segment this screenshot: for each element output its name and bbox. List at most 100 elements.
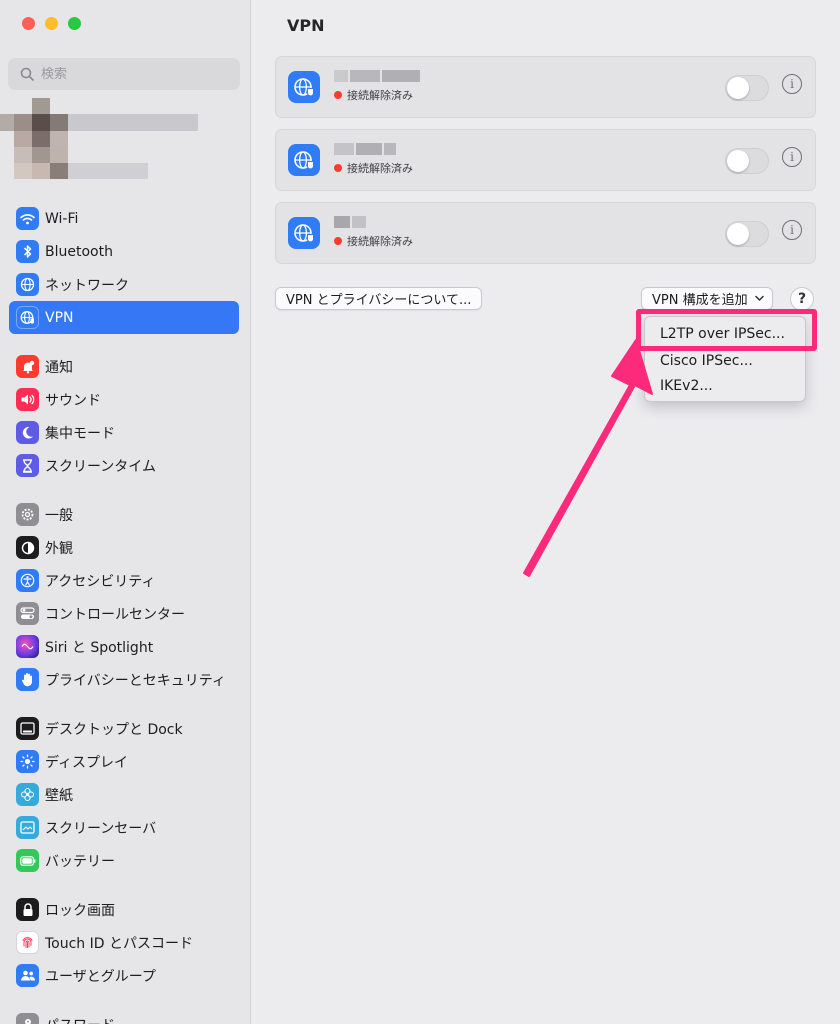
sidebar-item-wifi[interactable]: Wi-Fi (0, 202, 250, 235)
about-vpn-privacy-button[interactable]: VPN とプライバシーについて... (275, 287, 483, 310)
help-button[interactable]: ? (790, 287, 814, 311)
vpn-globe-icon (288, 71, 320, 103)
sidebar-item-passwords[interactable]: パスワード (0, 1008, 250, 1024)
sidebar-item-desktop-dock[interactable]: デスクトップと Dock (0, 712, 250, 745)
fingerprint-icon (16, 931, 39, 954)
vpn-name-redacted (334, 143, 398, 157)
info-icon[interactable]: i (782, 74, 802, 94)
wifi-icon (16, 207, 39, 230)
sidebar-item-bluetooth[interactable]: Bluetooth (0, 235, 250, 268)
disconnected-status-dot (334, 237, 342, 245)
vpn-connect-toggle[interactable] (725, 148, 769, 174)
sidebar-item-label: バッテリー (45, 853, 115, 870)
sidebar-item-privacy-security[interactable]: プライバシーとセキュリティ (0, 663, 250, 696)
siri-icon (16, 635, 39, 658)
sidebar-item-label: デスクトップと Dock (45, 721, 183, 738)
sidebar-item-label: 壁紙 (45, 787, 73, 804)
sidebar-item-label: Bluetooth (45, 243, 113, 260)
sidebar-item-wallpaper[interactable]: 壁紙 (0, 778, 250, 811)
sidebar: Wi-Fi Bluetooth ネットワーク VPN 通知 (0, 0, 251, 1024)
sidebar-item-label: コントロールセンター (45, 606, 185, 623)
vpn-status-text: 接続解除済み (347, 162, 413, 175)
vpn-status: 接続解除済み (334, 87, 413, 103)
toggles-icon (16, 602, 39, 625)
screensaver-icon (16, 816, 39, 839)
vpn-globe-icon (16, 306, 39, 329)
sidebar-item-battery[interactable]: バッテリー (0, 844, 250, 877)
page-title: VPN (287, 16, 325, 35)
sidebar-item-label: サウンド (45, 392, 101, 409)
disconnected-status-dot (334, 164, 342, 172)
accessibility-icon (16, 569, 39, 592)
info-icon[interactable]: i (782, 147, 802, 167)
vpn-configuration-row[interactable]: 接続解除済み i (275, 56, 816, 118)
add-vpn-configuration-label: VPN 構成を追加 (652, 293, 748, 308)
vpn-connect-toggle[interactable] (725, 75, 769, 101)
add-vpn-configuration-button[interactable]: VPN 構成を追加 (641, 287, 773, 310)
sidebar-item-label: Wi-Fi (45, 210, 79, 227)
sidebar-item-label: ロック画面 (45, 902, 115, 919)
sidebar-item-focus[interactable]: 集中モード (0, 416, 250, 449)
sidebar-item-users-groups[interactable]: ユーザとグループ (0, 959, 250, 992)
annotation-highlight-box (636, 309, 817, 351)
sidebar-item-network[interactable]: ネットワーク (0, 268, 250, 301)
vpn-status-text: 接続解除済み (347, 235, 413, 248)
sidebar-item-label: ディスプレイ (45, 754, 129, 771)
sidebar-item-label: 一般 (45, 507, 73, 524)
disconnected-status-dot (334, 91, 342, 99)
sidebar-item-notifications[interactable]: 通知 (0, 350, 250, 383)
sidebar-item-label: アクセシビリティ (45, 573, 156, 590)
sidebar-item-general[interactable]: 一般 (0, 498, 250, 531)
users-icon (16, 964, 39, 987)
sidebar-item-displays[interactable]: ディスプレイ (0, 745, 250, 778)
sidebar-item-control-center[interactable]: コントロールセンター (0, 597, 250, 630)
sidebar-item-screen-time[interactable]: スクリーンタイム (0, 449, 250, 482)
sidebar-item-appearance[interactable]: 外観 (0, 531, 250, 564)
moon-icon (16, 421, 39, 444)
gear-icon (16, 503, 39, 526)
sidebar-item-screen-saver[interactable]: スクリーンセーバ (0, 811, 250, 844)
flower-icon (16, 783, 39, 806)
sidebar-item-label: 外観 (45, 540, 73, 557)
sidebar-item-siri-spotlight[interactable]: Siri と Spotlight (0, 630, 250, 663)
globe-icon (16, 273, 39, 296)
menu-item-cisco-ipsec[interactable]: Cisco IPSec... (660, 353, 753, 369)
vpn-name-redacted (334, 216, 368, 230)
sidebar-item-label: ネットワーク (45, 277, 129, 294)
hand-icon (16, 668, 39, 691)
menu-item-ikev2[interactable]: IKEv2... (660, 378, 713, 394)
sidebar-item-touch-id[interactable]: Touch ID とパスコード (0, 926, 250, 959)
sidebar-item-label: ユーザとグループ (45, 968, 156, 985)
bluetooth-icon (16, 240, 39, 263)
sidebar-item-label: VPN (45, 309, 74, 326)
sidebar-item-accessibility[interactable]: アクセシビリティ (0, 564, 250, 597)
sidebar-item-label: スクリーンタイム (45, 458, 157, 475)
vpn-configuration-row[interactable]: 接続解除済み i (275, 202, 816, 264)
account-profile-pixelated[interactable] (0, 98, 250, 198)
window-controls (22, 17, 81, 30)
battery-icon (16, 849, 39, 872)
sidebar-item-vpn[interactable]: VPN (9, 301, 239, 334)
vpn-globe-icon (288, 217, 320, 249)
sidebar-item-lock-screen[interactable]: ロック画面 (0, 893, 250, 926)
sidebar-item-sound[interactable]: サウンド (0, 383, 250, 416)
close-window-button[interactable] (22, 17, 35, 30)
sidebar-item-label: 通知 (45, 359, 73, 376)
vpn-name-redacted (334, 70, 422, 84)
key-icon (16, 1013, 39, 1024)
speaker-icon (16, 388, 39, 411)
vpn-status-text: 接続解除済み (347, 89, 413, 102)
vpn-connect-toggle[interactable] (725, 221, 769, 247)
search-field[interactable] (8, 58, 240, 90)
sun-icon (16, 750, 39, 773)
zoom-window-button[interactable] (68, 17, 81, 30)
vpn-status: 接続解除済み (334, 233, 413, 249)
appearance-icon (16, 536, 39, 559)
hourglass-icon (16, 454, 39, 477)
search-input[interactable] (41, 66, 221, 82)
sidebar-nav: Wi-Fi Bluetooth ネットワーク VPN 通知 サウンド 集中モード… (0, 202, 250, 1024)
minimize-window-button[interactable] (45, 17, 58, 30)
sidebar-item-label: パスワード (45, 1015, 115, 1024)
vpn-configuration-row[interactable]: 接続解除済み i (275, 129, 816, 191)
info-icon[interactable]: i (782, 220, 802, 240)
